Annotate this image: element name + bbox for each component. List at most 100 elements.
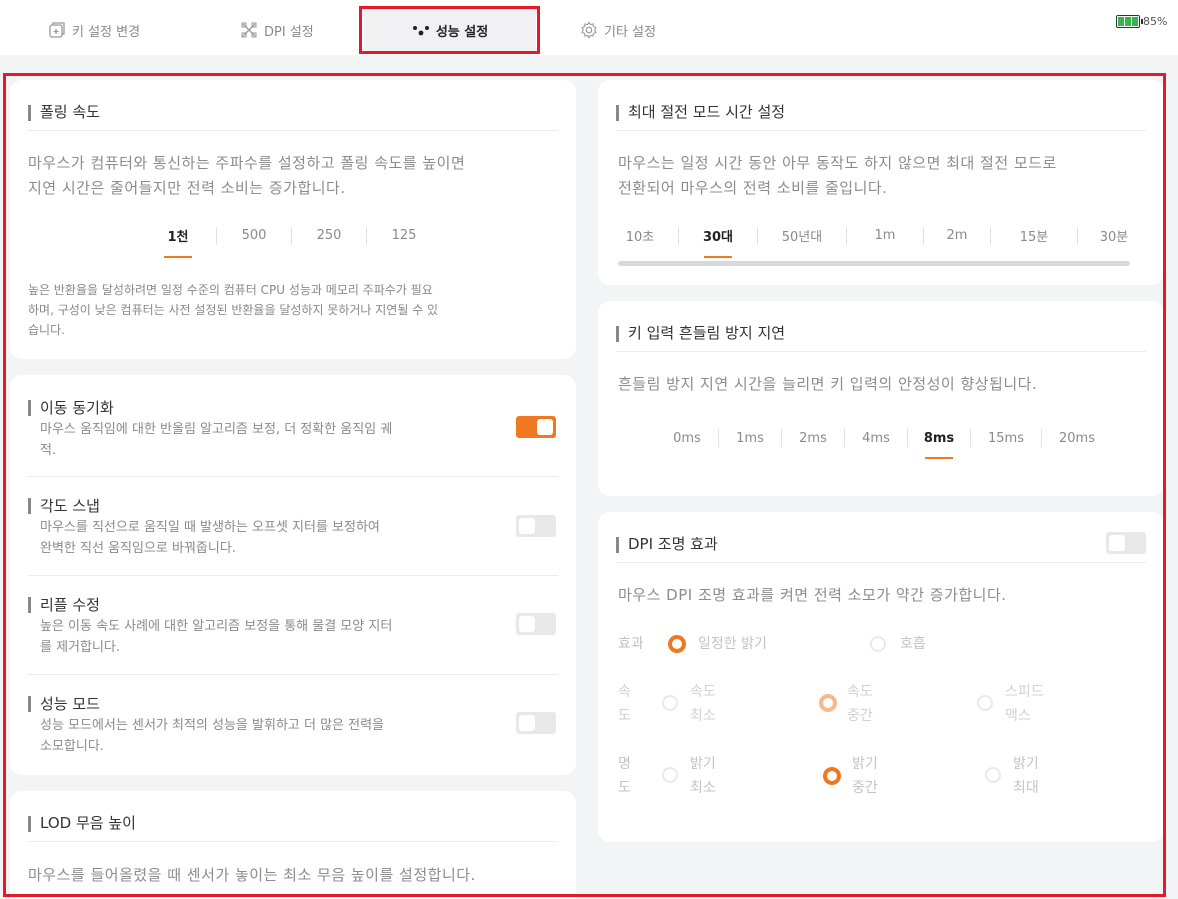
- desc-line: 마우스를 직선으로 움직일 때 발생하는 오프셋 지터를 보정하여: [40, 520, 380, 535]
- debounce-option[interactable]: 0ms: [656, 431, 718, 446]
- debounce-selector: 0ms 1ms 2ms 4ms 8ms 15ms 20ms: [656, 429, 1112, 447]
- desc-line: 마우스 움직임에 대한 반올림 알고리즘 보정, 더 정확한 움직임 궤: [40, 422, 393, 437]
- debounce-option[interactable]: 2ms: [782, 431, 844, 446]
- brightness-radio-mid[interactable]: [823, 767, 841, 785]
- desc-line: 소모합니다.: [40, 739, 104, 754]
- dpi-icon: [240, 21, 258, 39]
- label-char: 도: [618, 708, 631, 724]
- battery-indicator: 85%: [1116, 15, 1167, 28]
- debounce-option[interactable]: 15ms: [971, 431, 1041, 446]
- label-line: 중간: [852, 780, 878, 796]
- gear-icon: [580, 21, 598, 39]
- speed-radio-mid[interactable]: [819, 694, 837, 712]
- sleep-option[interactable]: 10초: [602, 226, 678, 245]
- tab-dpi[interactable]: DPI 설정: [240, 8, 330, 52]
- section-title: LOD 무음 높이: [28, 804, 558, 842]
- lod-description: 마우스를 들어올렸을 때 센서가 놓이는 최소 무음 높이를 설정합니다.: [28, 866, 476, 884]
- speed-radio-max[interactable]: [977, 695, 993, 711]
- note-line: 높은 반환율을 달성하려면 일정 수준의 컴퓨터 CPU 성능과 메모리 주파수…: [28, 283, 433, 297]
- desc-line: 전환되어 마우스의 전력 소비를 줄입니다.: [618, 179, 888, 197]
- polling-option-250[interactable]: 250: [292, 228, 366, 243]
- row-description: 높은 이동 속도 사례에 대한 알고리즘 보정을 통해 물결 모양 지터 를 제…: [40, 616, 500, 658]
- section-title: 키 입력 흔들림 방지 지연: [616, 314, 1146, 352]
- polling-option-1000[interactable]: 1천: [140, 226, 216, 245]
- effect-option-label: 호흡: [900, 636, 926, 652]
- sleep-option[interactable]: 1m: [847, 228, 923, 243]
- debounce-option[interactable]: 20ms: [1042, 431, 1112, 446]
- lod-height-card: LOD 무음 높이 마우스를 들어올렸을 때 센서가 놓이는 최소 무음 높이를…: [10, 791, 576, 899]
- sleep-option-selected[interactable]: 30대: [679, 226, 757, 245]
- tab-performance[interactable]: 성능 설정: [364, 8, 536, 52]
- battery-percent: 85%: [1143, 15, 1168, 28]
- row-title: 성능 모드: [28, 693, 100, 714]
- toggle-knob: [519, 616, 535, 632]
- label-char: 속: [618, 684, 631, 700]
- dpi-lighting-card: DPI 조명 효과 마우스 DPI 조명 효과를 켜면 전력 소모가 약간 증가…: [598, 512, 1164, 842]
- divider: [28, 674, 558, 675]
- desc-line: 를 제거합니다.: [40, 640, 121, 655]
- label-line: 최대: [1013, 780, 1039, 796]
- motion-sync-toggle[interactable]: [516, 416, 556, 438]
- desc-line: 적.: [40, 443, 57, 458]
- motion-sync-row: 이동 동기화 마우스 움직임에 대한 반올림 알고리즘 보정, 더 정확한 움직…: [28, 397, 558, 477]
- sleep-timer-selector: 10초 30대 50년대 1m 2m 15분 30분: [602, 226, 1150, 245]
- debounce-description: 흔들림 방지 지연 시간을 늘리면 키 입력의 안정성이 향상됩니다.: [618, 375, 1038, 393]
- brightness-radio-max[interactable]: [985, 767, 1001, 783]
- effect-radio-breathing[interactable]: [870, 636, 886, 652]
- label-line: 속도: [847, 684, 873, 700]
- brightness-radio-min[interactable]: [662, 767, 678, 783]
- toggle-knob: [519, 518, 535, 534]
- ripple-control-toggle[interactable]: [516, 613, 556, 635]
- performance-mode-toggle[interactable]: [516, 712, 556, 734]
- brightness-label: 명 도: [618, 752, 631, 800]
- polling-option-125[interactable]: 125: [367, 228, 441, 243]
- label-line: 스피드: [1005, 684, 1044, 700]
- desc-line: 지연 시간은 줄어들지만 전력 소비는 증가합니다.: [28, 179, 346, 197]
- desc-line: 마우스가 컴퓨터와 통신하는 주파수를 설정하고 폴링 속도를 높이면: [28, 154, 466, 172]
- desc-line: 마우스는 일정 시간 동안 아무 동작도 하지 않으면 최대 절전 모드로: [618, 154, 1057, 172]
- sleep-option[interactable]: 15분: [991, 226, 1077, 245]
- row-description: 마우스 움직임에 대한 반올림 알고리즘 보정, 더 정확한 움직임 궤 적.: [40, 419, 500, 461]
- section-title: DPI 조명 효과: [616, 525, 1146, 563]
- debounce-option-selected[interactable]: 8ms: [908, 431, 970, 446]
- sleep-timer-card: 최대 절전 모드 시간 설정 마우스는 일정 시간 동안 아무 동작도 하지 않…: [598, 80, 1164, 285]
- polling-rate-selector: 1천 500 250 125: [140, 226, 441, 245]
- label-line: 밝기: [1013, 756, 1039, 772]
- divider: [28, 476, 558, 477]
- dpi-lighting-description: 마우스 DPI 조명 효과를 켜면 전력 소모가 약간 증가합니다.: [618, 586, 1007, 604]
- effect-radio-steady[interactable]: [668, 635, 686, 653]
- speed-option-label: 스피드 맥스: [1005, 680, 1044, 728]
- speed-radio-min[interactable]: [662, 695, 678, 711]
- row-title: 각도 스냅: [28, 495, 100, 516]
- brightness-option-label: 밝기 최소: [690, 752, 716, 800]
- toggle-knob: [537, 419, 553, 435]
- toggle-knob: [1109, 535, 1125, 551]
- label-char: 도: [618, 780, 631, 796]
- speed-option-label: 속도 중간: [847, 680, 873, 728]
- label-char: 명: [618, 756, 631, 772]
- ripple-control-row: 리플 수정 높은 이동 속도 사례에 대한 알고리즘 보정을 통해 물결 모양 …: [28, 594, 558, 674]
- debounce-option[interactable]: 4ms: [845, 431, 907, 446]
- tab-label: 성능 설정: [435, 24, 489, 40]
- tab-key-settings[interactable]: 키 설정 변경: [48, 8, 158, 52]
- angle-snap-toggle[interactable]: [516, 515, 556, 537]
- label-line: 최소: [690, 708, 716, 724]
- sleep-option[interactable]: 2m: [924, 228, 990, 243]
- dpi-lighting-toggle[interactable]: [1106, 532, 1146, 554]
- polling-description: 마우스가 컴퓨터와 통신하는 주파수를 설정하고 폴링 속도를 높이면 지연 시…: [28, 151, 568, 201]
- tab-other-settings[interactable]: 기타 설정: [580, 8, 680, 52]
- label-line: 최소: [690, 780, 716, 796]
- section-title: 최대 절전 모드 시간 설정: [616, 93, 1146, 131]
- sleep-option[interactable]: 50년대: [758, 226, 846, 245]
- polling-option-500[interactable]: 500: [217, 228, 291, 243]
- speed-label: 속 도: [618, 680, 631, 728]
- label-line: 속도: [690, 684, 716, 700]
- horizontal-scrollbar[interactable]: [618, 261, 1130, 266]
- row-description: 성능 모드에서는 센서가 최적의 성능을 발휘하고 더 많은 전력을 소모합니다…: [40, 715, 500, 757]
- label-line: 맥스: [1005, 708, 1031, 724]
- sleep-option[interactable]: 30분: [1078, 226, 1150, 245]
- debounce-card: 키 입력 흔들림 방지 지연 흔들림 방지 지연 시간을 늘리면 키 입력의 안…: [598, 301, 1164, 496]
- debounce-option[interactable]: 1ms: [719, 431, 781, 446]
- movement-settings-card: 이동 동기화 마우스 움직임에 대한 반올림 알고리즘 보정, 더 정확한 움직…: [10, 375, 576, 775]
- key-settings-icon: [48, 21, 66, 39]
